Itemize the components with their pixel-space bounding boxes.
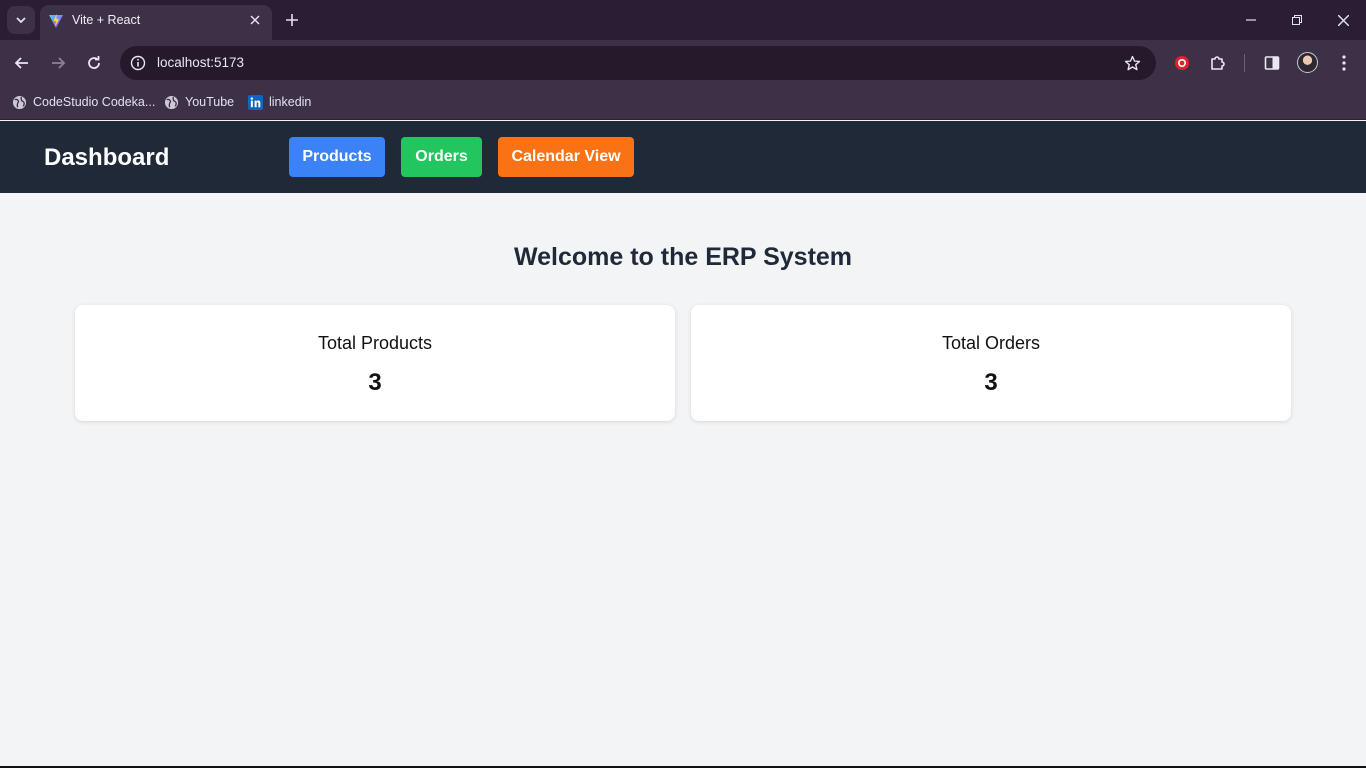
star-icon xyxy=(1124,55,1140,70)
stat-card-total-products: Total Products 3 xyxy=(75,305,675,421)
bookmark-codestudio[interactable]: CodeStudio Codeka... xyxy=(12,92,155,112)
nav-products-button[interactable]: Products xyxy=(289,137,385,177)
stat-card-total-orders: Total Orders 3 xyxy=(691,305,1291,421)
url-text[interactable]: localhost:5173 xyxy=(157,55,244,70)
address-bar[interactable]: localhost:5173 xyxy=(120,46,1156,80)
toolbar-separator xyxy=(1244,54,1245,72)
minimize-icon xyxy=(1246,19,1256,21)
plus-icon xyxy=(286,14,298,26)
extensions-button[interactable] xyxy=(1207,52,1229,74)
browser-tab-strip: Vite + React xyxy=(0,0,1366,40)
bookmark-linkedin[interactable]: linkedin xyxy=(248,92,311,112)
back-button[interactable] xyxy=(9,50,35,76)
close-icon xyxy=(1337,14,1349,26)
side-panel-button[interactable] xyxy=(1261,52,1283,74)
reload-button[interactable] xyxy=(81,50,107,76)
nav-calendar-view-button[interactable]: Calendar View xyxy=(498,137,634,177)
nav-orders-button[interactable]: Orders xyxy=(401,137,482,177)
close-icon xyxy=(250,15,260,25)
tab-title: Vite + React xyxy=(72,13,141,27)
restore-window-button[interactable] xyxy=(1274,0,1320,40)
puzzle-icon xyxy=(1211,56,1225,70)
linkedin-icon xyxy=(248,94,263,110)
profile-avatar[interactable] xyxy=(1297,52,1318,73)
reload-icon xyxy=(88,56,100,69)
side-panel-icon xyxy=(1264,56,1280,70)
bookmark-label: linkedin xyxy=(269,95,312,109)
browser-toolbar: localhost:5173 xyxy=(0,40,1366,86)
bookmarks-bar: CodeStudio Codeka... YouTube linkedin xyxy=(0,86,1366,120)
forward-button[interactable] xyxy=(45,50,71,76)
chevron-down-icon xyxy=(16,17,26,24)
restore-icon xyxy=(1292,15,1302,25)
bookmark-star-button[interactable] xyxy=(1122,53,1142,73)
close-window-button[interactable] xyxy=(1320,0,1366,40)
bookmark-label: YouTube xyxy=(185,95,235,109)
brand-title: Dashboard xyxy=(44,144,170,171)
globe-icon xyxy=(12,95,27,110)
new-tab-button[interactable] xyxy=(282,10,302,30)
page-title: Welcome to the ERP System xyxy=(513,243,853,271)
bookmark-youtube[interactable]: YouTube xyxy=(164,92,234,112)
site-info-button[interactable] xyxy=(128,53,148,73)
bookmark-label: CodeStudio Codeka... xyxy=(33,95,156,109)
arrow-right-icon xyxy=(52,57,66,69)
stat-label: Total Orders xyxy=(941,333,1041,353)
info-icon xyxy=(130,55,146,71)
stat-value: 3 xyxy=(368,369,382,396)
screen-recorder-extension-button[interactable] xyxy=(1171,52,1193,74)
globe-icon xyxy=(164,95,179,110)
arrow-left-icon xyxy=(14,57,28,69)
vite-logo-icon xyxy=(49,14,63,28)
browser-menu-button[interactable] xyxy=(1333,52,1355,74)
stat-label: Total Products xyxy=(317,333,433,353)
tab-close-button[interactable] xyxy=(246,11,264,29)
app-navbar: Dashboard Products Orders Calendar View xyxy=(0,121,1366,193)
kebab-menu-icon xyxy=(1342,55,1346,71)
minimize-window-button[interactable] xyxy=(1228,0,1274,40)
browser-tab-active[interactable]: Vite + React xyxy=(40,5,272,40)
record-icon xyxy=(1175,56,1189,70)
stat-value: 3 xyxy=(984,369,998,396)
tab-search-button[interactable] xyxy=(7,6,35,34)
